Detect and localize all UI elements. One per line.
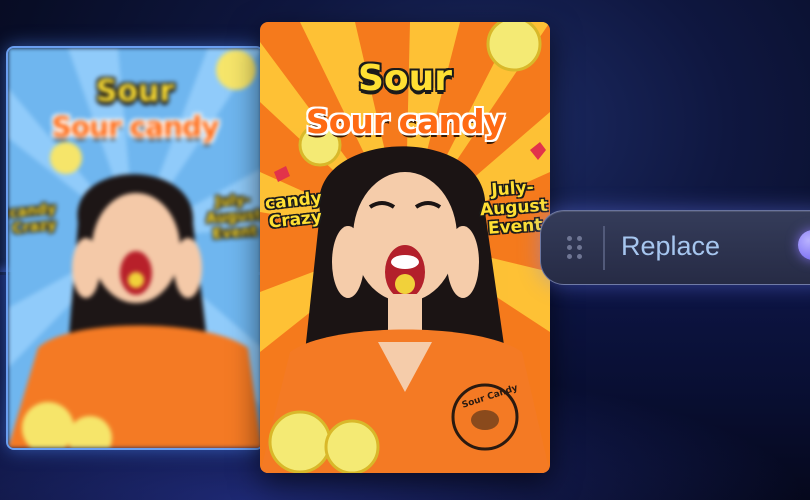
poster-side-text-left: candy Crazy [8, 200, 57, 238]
replace-action-pill[interactable]: Replace [540, 210, 810, 285]
poster-headline-top: Sour [95, 74, 175, 109]
poster-side-text-right: July- August Event [205, 191, 263, 243]
lemon-icon [50, 142, 82, 174]
poster-headline-bottom: Sour candy [51, 110, 220, 143]
pill-divider [603, 226, 605, 270]
poster-side-text-left: candy Crazy [264, 188, 323, 233]
poster-variant-orange[interactable]: Sour Sour candy candy Crazy July- August Ev… [260, 22, 550, 473]
poster-side-text-right: July- August Event [479, 177, 549, 239]
poster-headline-top: Sour [357, 58, 453, 99]
drag-handle-icon[interactable] [567, 236, 585, 260]
poster-variant-blue[interactable]: Sour Sour candy candy Crazy July- August Ev… [6, 46, 264, 450]
poster-headline-bottom: Sour candy [305, 102, 505, 141]
replace-button[interactable]: Replace [621, 231, 720, 262]
